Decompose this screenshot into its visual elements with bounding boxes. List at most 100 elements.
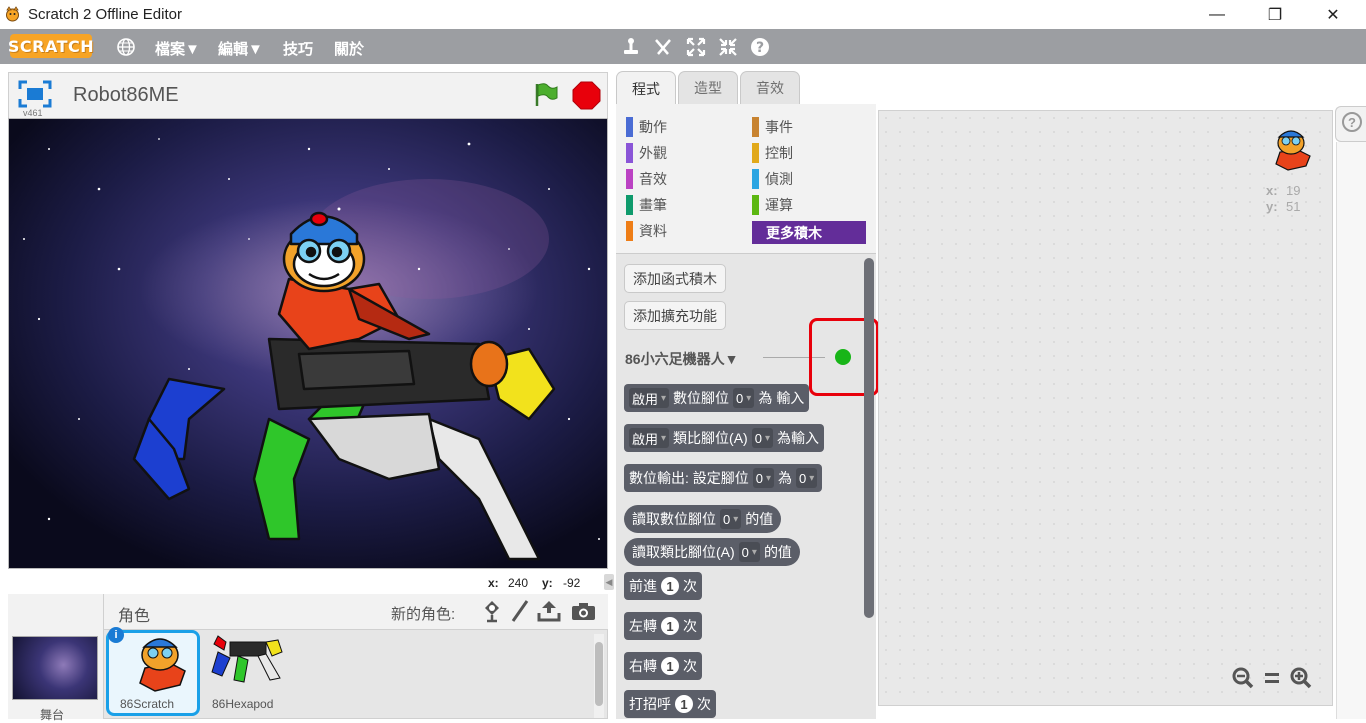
category-events[interactable]: 事件 [752,117,793,137]
help-sidebar [1336,142,1366,719]
block-text: 數位腳位 [673,390,730,406]
shrink-icon[interactable] [717,36,739,58]
sprite-name: 86Hexapod [212,697,274,711]
mouse-x-value: 240 [508,576,529,590]
block-text: 讀取類比腳位(A) [632,544,735,560]
sprite-info-icon[interactable]: i [108,627,124,643]
block-text: 次 [683,658,697,674]
fullscreen-icon[interactable] [18,80,52,108]
category-operators[interactable]: 運算 [752,195,793,215]
count-input[interactable]: 1 [661,577,679,595]
block-turn-left[interactable]: 左轉 1 次 [624,612,702,640]
window-title: Scratch 2 Offline Editor [28,6,182,23]
block-read-analog-pin[interactable]: 讀取類比腳位(A) 0 的值 [624,538,800,566]
pin-dropdown[interactable]: 0 [733,388,755,408]
category-sound[interactable]: 音效 [626,169,667,189]
mode-dropdown[interactable]: 啟用 [629,428,670,448]
current-sprite-icon [1275,130,1311,171]
block-text: 次 [683,578,697,594]
mouse-x-label: x: [488,576,499,590]
stage-backdrop-space [9,119,607,568]
stop-sign-icon[interactable] [572,81,601,110]
count-input[interactable]: 1 [661,617,679,635]
block-text: 的值 [745,511,774,527]
block-set-digital-pin-mode[interactable]: 啟用 數位腳位 0 為 輸入 [624,384,810,412]
green-flag-icon[interactable] [533,82,559,108]
add-extension-button[interactable]: 添加擴充功能 [624,301,726,330]
stage-canvas[interactable] [8,118,608,569]
sprite-x-value: 19 [1286,183,1301,198]
pin-dropdown[interactable]: 0 [738,542,760,562]
stage-thumbnail[interactable] [12,636,98,700]
category-more-blocks[interactable]: 更多積木 [752,221,866,244]
block-text: 為 [778,470,793,486]
choose-sprite-library-icon[interactable] [481,599,503,623]
svg-text:?: ? [756,40,764,56]
palette-scrollbar[interactable] [864,258,874,618]
category-motion[interactable]: 動作 [626,117,667,137]
pin-dropdown[interactable]: 0 [752,468,775,488]
category-control[interactable]: 控制 [752,143,793,163]
scripts-area[interactable] [878,110,1333,706]
tab-sounds[interactable]: 音效 [740,71,800,104]
new-sprite-label: 新的角色: [391,606,456,623]
sprite-y-label: y: [1266,199,1278,214]
make-block-button[interactable]: 添加函式積木 [624,264,726,293]
block-forward[interactable]: 前進 1 次 [624,572,702,600]
hexapod-sprite-thumb[interactable] [208,632,286,688]
category-column-right: 事件 控制 偵測 運算 [752,117,793,221]
camera-icon[interactable] [571,601,596,621]
block-text: 右轉 [629,658,657,674]
category-looks[interactable]: 外觀 [626,143,667,163]
tab-scripts[interactable]: 程式 [616,71,676,105]
category-sensing[interactable]: 偵測 [752,169,793,189]
category-pen[interactable]: 畫筆 [626,195,667,215]
language-globe-icon[interactable] [116,37,136,57]
tab-costumes[interactable]: 造型 [678,71,738,104]
zoom-reset-icon[interactable] [1262,668,1282,688]
stage-label: 舞台 [40,708,65,722]
block-text: 輸入 [776,390,805,406]
window-titlebar: Scratch 2 Offline Editor — ❐ ✕ [0,0,1366,29]
category-column-left: 動作 外觀 音效 畫筆 資料 [626,117,667,241]
block-text: 次 [697,696,711,712]
grow-icon[interactable] [685,36,707,58]
help-icon[interactable]: ? [1342,112,1362,132]
zoom-in-icon[interactable] [1290,667,1312,689]
palette-bottom-clip: 打招呼 1 次 [616,690,863,719]
mode-dropdown[interactable]: 啟用 [629,388,670,408]
block-read-digital-pin[interactable]: 讀取數位腳位 0 的值 [624,505,782,533]
paint-brush-icon[interactable] [509,599,531,623]
restore-button[interactable]: ❐ [1252,0,1298,29]
category-data[interactable]: 資料 [626,221,667,241]
scratch-logo[interactable]: SCRATCH [8,34,94,58]
minimize-button[interactable]: — [1194,0,1240,29]
menu-file[interactable]: 檔案▼ [155,38,200,59]
cut-scissors-icon[interactable] [652,36,674,58]
stage-collapse-arrow[interactable]: ◀ [604,574,614,590]
block-text: 左轉 [629,618,657,634]
value-dropdown[interactable]: 0 [796,468,818,488]
block-text: 次 [683,618,697,634]
count-input[interactable]: 1 [661,657,679,675]
block-turn-right[interactable]: 右轉 1 次 [624,652,702,680]
extension-title[interactable]: 86小六足機器人▼ [625,349,738,369]
project-name[interactable]: Robot86ME [73,84,179,107]
count-input[interactable]: 1 [675,695,693,713]
pin-dropdown[interactable]: 0 [751,428,773,448]
menu-tips[interactable]: 技巧 [283,38,313,59]
duplicate-stamp-icon[interactable] [620,36,642,58]
block-text: 類比腳位(A) [673,430,748,446]
block-digital-output[interactable]: 數位輸出: 設定腳位 0 為 0 [624,464,823,492]
close-button[interactable]: ✕ [1310,0,1356,29]
block-text: 為輸入 [776,430,819,446]
block-greet[interactable]: 打招呼 1 次 [624,690,716,718]
pin-dropdown[interactable]: 0 [720,509,742,529]
upload-sprite-icon[interactable] [537,599,561,623]
help-question-icon[interactable]: ? [749,36,771,58]
menu-about[interactable]: 關於 [334,38,364,59]
block-set-analog-pin-mode[interactable]: 啟用 類比腳位(A) 0 為輸入 [624,424,824,452]
sprite-list-scrollbar[interactable] [595,642,603,706]
zoom-out-icon[interactable] [1232,667,1254,689]
menu-edit[interactable]: 編輯▼ [218,38,263,59]
